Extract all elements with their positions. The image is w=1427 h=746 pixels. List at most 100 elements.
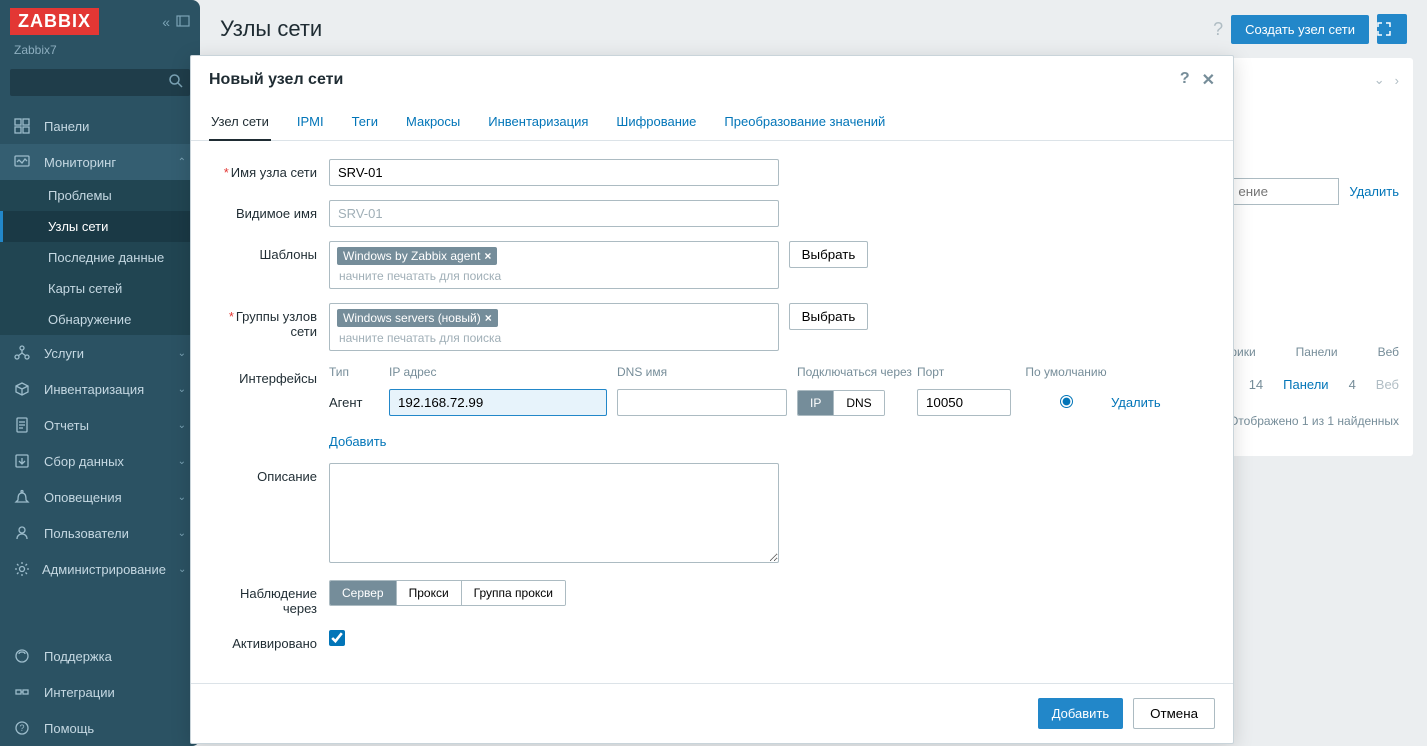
- nav-services[interactable]: Услуги ⌄: [0, 335, 200, 371]
- tab-tags[interactable]: Теги: [350, 104, 380, 140]
- iface-default-radio[interactable]: [1060, 395, 1073, 408]
- label-enabled: Активировано: [209, 630, 329, 651]
- groups-multiselect[interactable]: Windows servers (новый)× начните печатат…: [329, 303, 779, 351]
- label-interfaces: Интерфейсы: [209, 365, 329, 386]
- chevron-down-icon: ⌄: [178, 492, 186, 503]
- modal-add-button[interactable]: Добавить: [1038, 698, 1123, 729]
- monitoring-icon: [14, 154, 32, 170]
- fullscreen-button[interactable]: [1377, 14, 1407, 44]
- nav-alerts[interactable]: Оповещения ⌄: [0, 479, 200, 515]
- nav-integrations[interactable]: Интеграции: [0, 674, 200, 710]
- nav-monitoring[interactable]: Мониторинг ⌃: [0, 144, 200, 180]
- filter-delete-link[interactable]: Удалить: [1349, 184, 1399, 199]
- remove-tag-icon[interactable]: ×: [485, 311, 492, 325]
- tab-ipmi[interactable]: IPMI: [295, 104, 326, 140]
- host-name-input[interactable]: [329, 159, 779, 186]
- users-icon: [14, 525, 32, 541]
- label-templates: Шаблоны: [209, 241, 329, 262]
- nav-support[interactable]: Поддержка: [0, 638, 200, 674]
- iface-col-connect: Подключаться через: [797, 365, 917, 379]
- label-description: Описание: [209, 463, 329, 484]
- logo[interactable]: ZABBIX: [10, 8, 99, 35]
- nav-reports[interactable]: Отчеты ⌄: [0, 407, 200, 443]
- server-name: Zabbix7: [0, 43, 200, 63]
- nav-users[interactable]: Пользователи ⌄: [0, 515, 200, 551]
- enabled-checkbox[interactable]: [329, 630, 345, 646]
- description-textarea[interactable]: [329, 463, 779, 563]
- label-visible-name: Видимое имя: [209, 200, 329, 221]
- col-web: Веб: [1378, 345, 1399, 359]
- alerts-icon: [14, 489, 32, 505]
- sub-hosts[interactable]: Узлы сети: [0, 211, 200, 242]
- sub-discovery[interactable]: Обнаружение: [0, 304, 200, 335]
- modal-body: *Имя узла сети Видимое имя Шаблоны Windo…: [191, 141, 1233, 683]
- cell-dash-link[interactable]: Панели: [1283, 377, 1328, 392]
- hide-icon[interactable]: [176, 14, 190, 30]
- admin-icon: [14, 561, 30, 577]
- monitored-server-button[interactable]: Сервер: [330, 581, 396, 605]
- sidebar: ZABBIX « Zabbix7 Панели Мониторинг ⌃ Про…: [0, 0, 200, 746]
- nav-data-collection[interactable]: Сбор данных ⌄: [0, 443, 200, 479]
- monitored-proxygroup-button[interactable]: Группа прокси: [461, 581, 565, 605]
- filter-collapse-icon[interactable]: ⌄: [1374, 72, 1385, 88]
- tab-macros[interactable]: Макросы: [404, 104, 462, 140]
- tab-valuemap[interactable]: Преобразование значений: [722, 104, 887, 140]
- nav-admin[interactable]: Администрирование ⌄: [0, 551, 200, 587]
- sub-problems[interactable]: Проблемы: [0, 180, 200, 211]
- iface-col-default: По умолчанию: [1021, 365, 1111, 379]
- label-groups: *Группы узлов сети: [209, 303, 329, 339]
- modal-tabs: Узел сети IPMI Теги Макросы Инвентаризац…: [191, 104, 1233, 141]
- chevron-down-icon: ⌄: [178, 564, 186, 575]
- visible-name-input[interactable]: [329, 200, 779, 227]
- chevron-down-icon: ⌄: [178, 384, 186, 395]
- iface-ip-input[interactable]: [389, 389, 607, 416]
- modal-title: Новый узел сети: [209, 71, 343, 89]
- integrations-icon: [14, 684, 32, 700]
- add-interface-link[interactable]: Добавить: [329, 434, 386, 449]
- create-host-button[interactable]: Создать узел сети: [1231, 15, 1369, 44]
- host-modal: Новый узел сети ? ✕ Узел сети IPMI Теги …: [190, 55, 1234, 744]
- sub-latest[interactable]: Последние данные: [0, 242, 200, 273]
- inventory-icon: [14, 381, 32, 397]
- help-icon[interactable]: ?: [1213, 19, 1223, 40]
- connect-ip-button[interactable]: IP: [798, 391, 833, 415]
- cell-dash-count: 4: [1349, 377, 1356, 392]
- chevron-down-icon: ⌄: [178, 420, 186, 431]
- monitored-proxy-button[interactable]: Прокси: [396, 581, 461, 605]
- label-monitored-by: Наблюдение через: [209, 580, 329, 616]
- tab-encryption[interactable]: Шифрование: [614, 104, 698, 140]
- connect-dns-button[interactable]: DNS: [833, 391, 883, 415]
- chevron-up-icon: ⌃: [178, 157, 186, 168]
- iface-port-input[interactable]: [917, 389, 1011, 416]
- logo-row: ZABBIX «: [0, 0, 200, 43]
- chevron-down-icon: ⌄: [178, 528, 186, 539]
- page-title: Узлы сети: [220, 16, 322, 42]
- nav-help[interactable]: ? Помощь: [0, 710, 200, 746]
- dashboard-icon: [14, 118, 32, 134]
- iface-dns-input[interactable]: [617, 389, 787, 416]
- filter-next-icon[interactable]: ›: [1395, 73, 1399, 88]
- tab-host[interactable]: Узел сети: [209, 104, 271, 141]
- modal-help-icon[interactable]: ?: [1180, 70, 1190, 90]
- collapse-icon[interactable]: «: [162, 14, 170, 30]
- tab-inventory[interactable]: Инвентаризация: [486, 104, 590, 140]
- modal-cancel-button[interactable]: Отмена: [1133, 698, 1215, 729]
- nav-inventory[interactable]: Инвентаризация ⌄: [0, 371, 200, 407]
- filter-input[interactable]: [1229, 178, 1339, 205]
- sub-maps[interactable]: Карты сетей: [0, 273, 200, 304]
- services-icon: [14, 345, 32, 361]
- search-input[interactable]: [10, 69, 190, 96]
- search-icon[interactable]: [168, 73, 184, 89]
- templates-multiselect[interactable]: Windows by Zabbix agent× начните печатат…: [329, 241, 779, 289]
- nav-dashboards[interactable]: Панели: [0, 108, 200, 144]
- templates-select-button[interactable]: Выбрать: [789, 241, 869, 268]
- modal-close-icon[interactable]: ✕: [1202, 70, 1215, 90]
- groups-select-button[interactable]: Выбрать: [789, 303, 869, 330]
- cell-web: Веб: [1376, 377, 1399, 392]
- iface-col-ip: IP адрес: [389, 365, 617, 379]
- remove-tag-icon[interactable]: ×: [484, 249, 491, 263]
- iface-col-port: Порт: [917, 365, 1021, 379]
- iface-col-dns: DNS имя: [617, 365, 797, 379]
- iface-delete-link[interactable]: Удалить: [1111, 395, 1161, 410]
- template-tag: Windows by Zabbix agent×: [337, 247, 497, 265]
